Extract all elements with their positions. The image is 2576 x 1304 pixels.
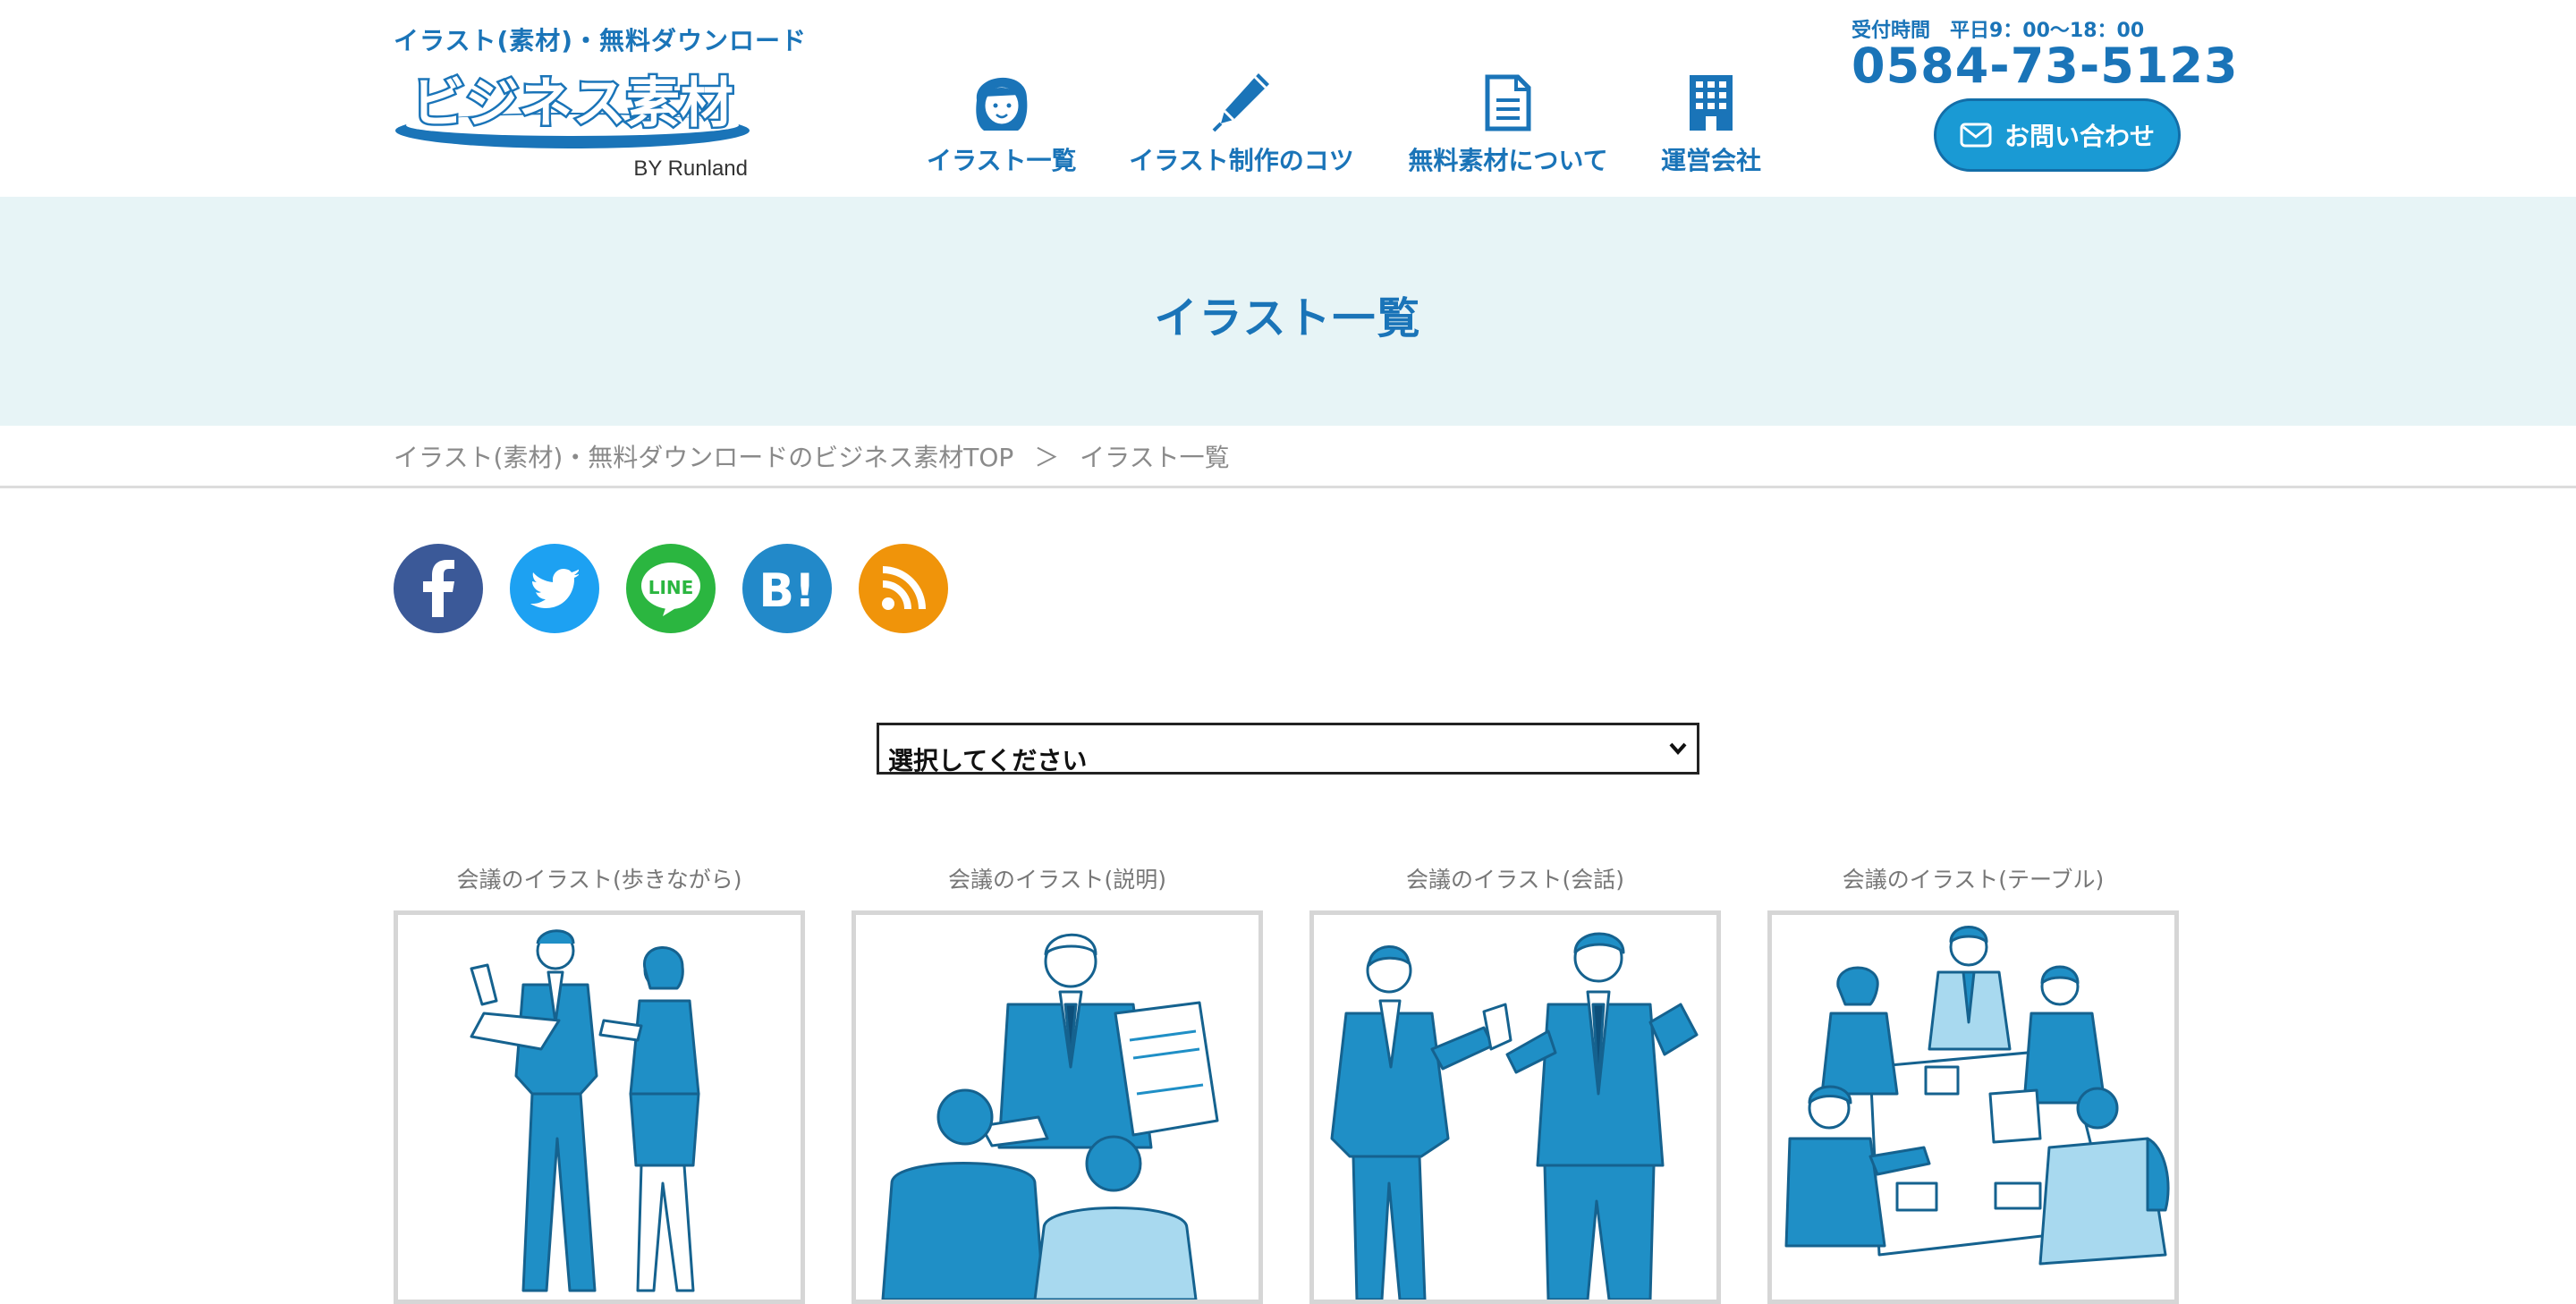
hatena-bookmark-button[interactable]: B! — [742, 544, 832, 633]
logo-text: ビジネス素材 — [411, 72, 733, 135]
nav-label: 運営会社 — [1660, 146, 1761, 175]
page-title: イラスト一覧 — [1154, 293, 1422, 343]
line-text: LINE — [648, 577, 694, 598]
line-share-button[interactable]: LINE — [626, 544, 716, 633]
card-title[interactable]: 会議のイラスト(歩きながら) — [394, 862, 805, 894]
illustration-card-explanation[interactable] — [852, 910, 1263, 1304]
nav-illustrations[interactable]: イラスト一覧 — [927, 64, 1077, 177]
hatena-bookmark-icon: B! — [758, 564, 815, 614]
nav-company[interactable]: 運営会社 — [1660, 64, 1762, 177]
hatena-text: B! — [758, 564, 815, 614]
contact-button[interactable]: お問い合わせ — [1934, 98, 2181, 172]
breadcrumb-home[interactable]: イラスト(素材)・無料ダウンロードのビジネス素材TOP — [394, 443, 1013, 472]
phone-number[interactable]: 0584-73-5123 — [1852, 38, 2239, 94]
logo-graphic: ビジネス素材 BY Runland — [395, 71, 750, 181]
nav-label: 無料素材について — [1408, 146, 1608, 175]
meeting-conversation-illustration — [1330, 932, 1699, 1300]
rss-icon — [882, 566, 926, 610]
line-icon: LINE — [641, 563, 700, 616]
select-value: 選択してください — [888, 746, 1088, 775]
building-icon — [1660, 64, 1762, 132]
category-select[interactable]: 選択してください — [877, 723, 1699, 775]
card-title[interactable]: 会議のイラスト(会話) — [1309, 862, 1721, 894]
card-title[interactable]: 会議のイラスト(テーブル) — [1767, 862, 2179, 894]
contact-label: お問い合わせ — [2004, 122, 2155, 151]
site-tagline: イラスト(素材)・無料ダウンロード — [394, 26, 808, 55]
mail-icon — [1960, 123, 1992, 148]
meeting-explanation-illustration — [881, 933, 1219, 1300]
facebook-icon — [423, 560, 454, 617]
illustration-card-conversation[interactable] — [1309, 910, 1721, 1304]
woman-face-icon — [927, 64, 1075, 132]
twitter-share-button[interactable] — [510, 544, 599, 633]
pen-icon — [1129, 64, 1354, 132]
logo-sub: BY Runland — [633, 157, 748, 181]
nav-tips[interactable]: イラスト制作のコツ — [1129, 64, 1354, 177]
divider — [0, 486, 2576, 488]
site-logo[interactable]: ビジネス素材 BY Runland — [394, 61, 751, 186]
nav-label: イラスト一覧 — [927, 146, 1077, 175]
meeting-table-illustration — [1784, 926, 2170, 1266]
nav-free-materials[interactable]: 無料素材について — [1408, 64, 1608, 177]
chevron-down-icon — [1669, 742, 1687, 756]
illustration-card-walking[interactable] — [394, 910, 805, 1304]
meeting-walking-illustration — [470, 929, 700, 1292]
breadcrumb-current: イラスト一覧 — [1080, 443, 1230, 472]
illustration-card-table[interactable] — [1767, 910, 2179, 1304]
breadcrumb-separator: ＞ — [1034, 443, 1060, 472]
nav-label: イラスト制作のコツ — [1129, 146, 1354, 175]
facebook-share-button[interactable] — [394, 544, 483, 633]
document-icon — [1408, 64, 1608, 132]
rss-button[interactable] — [859, 544, 948, 633]
twitter-icon — [530, 569, 579, 608]
breadcrumb: イラスト(素材)・無料ダウンロードのビジネス素材TOP ＞ イラスト一覧 — [394, 438, 1230, 474]
card-title[interactable]: 会議のイラスト(説明) — [852, 862, 1263, 894]
